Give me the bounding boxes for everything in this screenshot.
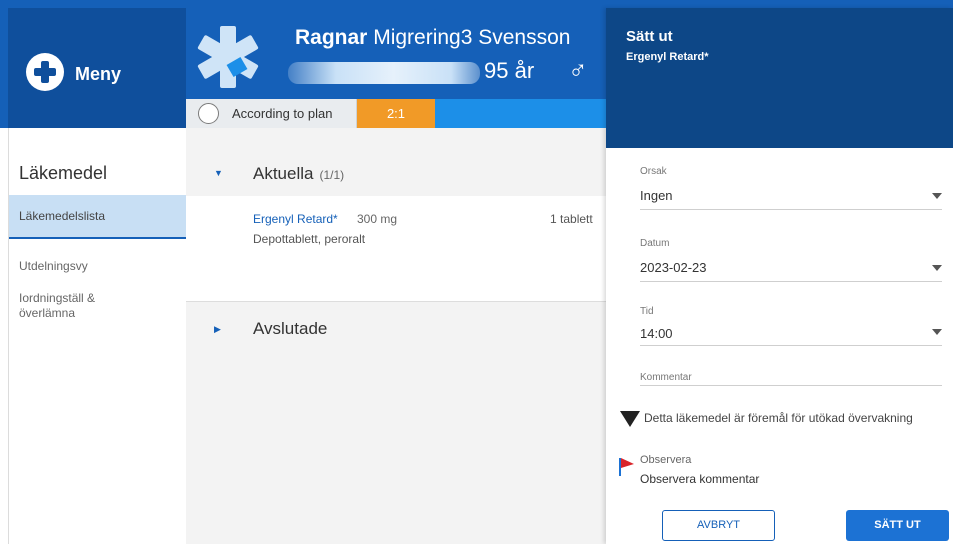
plan-radio[interactable]: [198, 103, 219, 124]
date-value: 2023-02-23: [640, 260, 707, 275]
patient-name: Ragnar Migrering3 Svensson: [295, 26, 570, 50]
black-triangle-icon: [620, 411, 640, 427]
medication-amount: 1 tablett: [550, 212, 593, 226]
date-field[interactable]: Datum 2023-02-23: [640, 238, 942, 282]
blurred-personal-id: [288, 62, 480, 84]
time-value: 14:00: [640, 326, 673, 341]
medication-dose: 300 mg: [357, 212, 398, 226]
plus-cross-icon: [26, 53, 64, 91]
section-title-current: Aktuella (1/1): [253, 164, 344, 184]
comment-label: Kommentar: [640, 372, 692, 383]
patient-last-name: Migrering3 Svensson: [373, 26, 571, 49]
time-field[interactable]: Tid 14:00: [640, 306, 942, 346]
panel-title: Sätt ut: [626, 28, 673, 45]
chevron-down-icon: [932, 265, 942, 271]
section-ended[interactable]: ▶ Avslutade: [186, 312, 606, 352]
medication-form: Depottablett, peroralt: [253, 232, 366, 246]
section-title-ended: Avslutade: [253, 319, 328, 338]
medication-name-link[interactable]: Ergenyl Retard*: [253, 212, 338, 226]
date-label: Datum: [640, 238, 670, 249]
reason-value: Ingen: [640, 188, 673, 203]
sidebar-title: Läkemedel: [19, 163, 108, 183]
plan-status[interactable]: According to plan: [186, 99, 357, 128]
observe-comment: Observera kommentar: [640, 472, 760, 486]
sidebar-item-lakemedelslista[interactable]: Läkemedelslista: [9, 195, 187, 239]
monitoring-text: Detta läkemedel är föremål för utökad öv…: [644, 411, 913, 426]
discontinue-button[interactable]: SÄTT UT: [846, 510, 949, 541]
medication-row[interactable]: Ergenyl Retard* 300 mg Depottablett, per…: [186, 196, 606, 302]
chevron-down-icon: [932, 329, 942, 335]
male-symbol-icon: ♂: [568, 54, 588, 84]
cancel-button[interactable]: AVBRYT: [662, 510, 775, 541]
comment-field[interactable]: Kommentar: [640, 372, 942, 386]
chevron-right-icon: ▶: [214, 324, 221, 334]
plan-label: According to plan: [232, 106, 333, 121]
star-of-life-icon: [197, 26, 259, 88]
sidebar-item-iordningstall[interactable]: Iordningställ & överlämna: [9, 291, 129, 321]
status-strip: According to plan 2:1: [186, 99, 606, 128]
menu-label: Meny: [75, 64, 122, 84]
patient-first-name: Ragnar: [295, 26, 368, 49]
sidebar: Läkemedel Läkemedelslista Utdelningsvy I…: [8, 128, 187, 544]
monitoring-notice: Detta läkemedel är föremål för utökad öv…: [620, 411, 913, 427]
discontinue-panel: Sätt ut Ergenyl Retard* Orsak Ingen Datu…: [606, 8, 953, 544]
menu-button[interactable]: Meny: [8, 8, 186, 128]
flag-icon: [619, 458, 634, 476]
app-window: Meny Ragnar Migrering3 Svensson 95 år ♂ …: [0, 0, 953, 544]
reason-label: Orsak: [640, 166, 667, 177]
current-count: (1/1): [319, 168, 345, 182]
observe-label: Observera: [640, 454, 692, 466]
time-label: Tid: [640, 306, 654, 317]
chevron-down-icon: [932, 193, 942, 199]
panel-header: Sätt ut Ergenyl Retard*: [606, 8, 953, 148]
panel-subtitle: Ergenyl Retard*: [626, 51, 709, 63]
chevron-down-icon: ▼: [214, 168, 223, 178]
reason-select[interactable]: Orsak Ingen: [640, 166, 942, 210]
main-content: ▼ Aktuella (1/1) Ergenyl Retard* 300 mg D…: [186, 128, 606, 544]
patient-age: 95 år: [484, 58, 535, 83]
sidebar-item-utdelningsvy[interactable]: Utdelningsvy: [9, 259, 187, 273]
ratio-badge[interactable]: 2:1: [357, 99, 435, 128]
current-title-text: Aktuella: [253, 164, 314, 183]
section-current[interactable]: ▼ Aktuella (1/1): [186, 156, 606, 196]
